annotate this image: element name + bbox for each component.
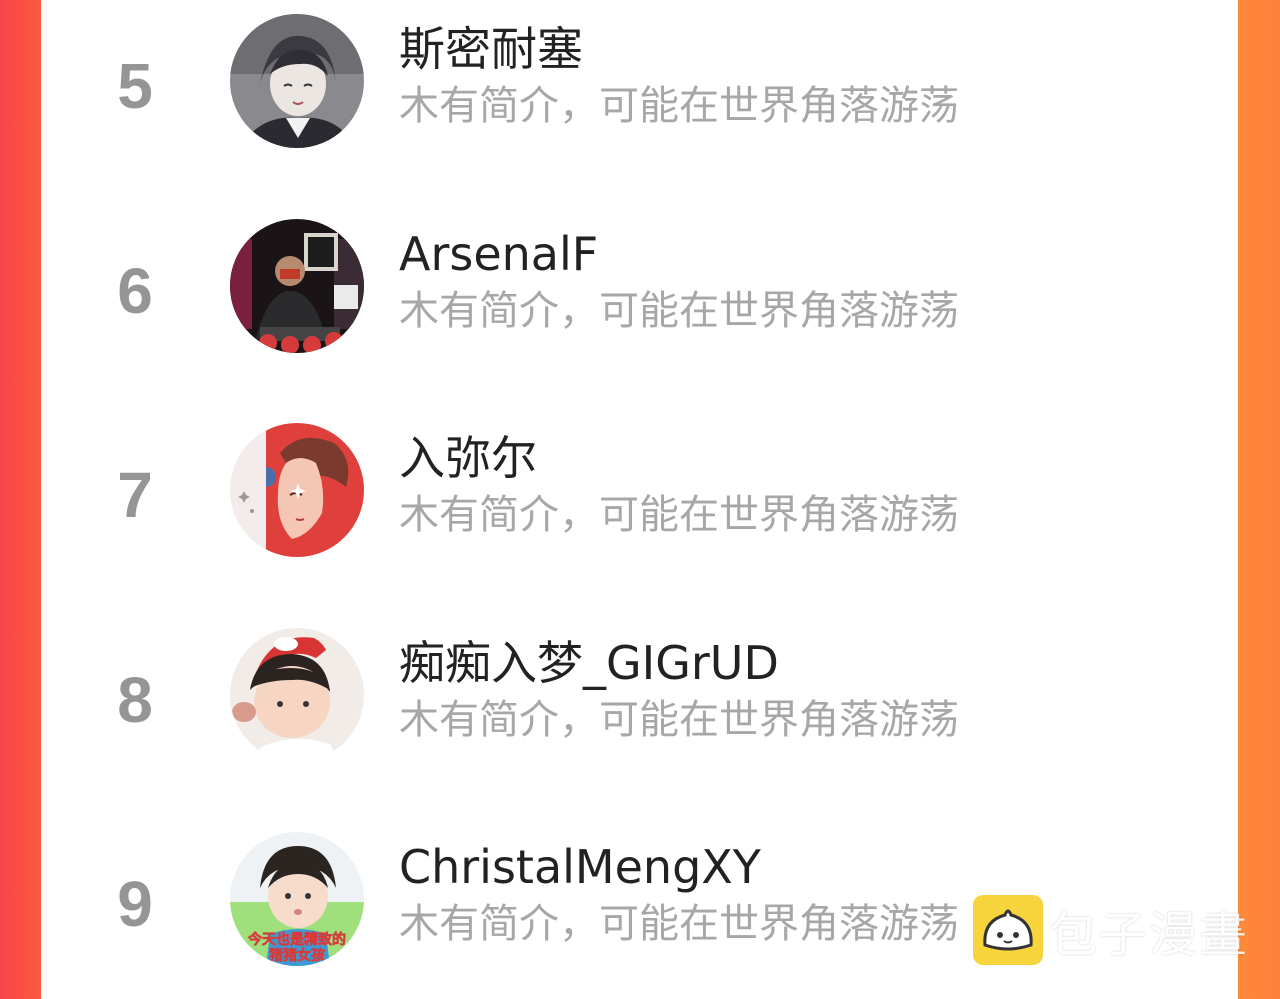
user-bio: 木有简介，可能在世界角落游荡 — [399, 288, 959, 334]
rank-number: 5 — [117, 50, 153, 122]
user-name[interactable]: 痴痴入梦_GIGrUD — [399, 640, 779, 686]
ranking-list-panel: 5 斯密耐塞 木有简介，可能在世界角落游荡 6 ArsenalF 木有简介，可能… — [41, 0, 1238, 999]
rank-number: 7 — [117, 459, 153, 531]
rank-number: 9 — [117, 868, 153, 940]
user-name[interactable]: ArsenalF — [399, 231, 598, 277]
avatar[interactable] — [230, 423, 364, 557]
rank-number: 8 — [117, 664, 153, 736]
list-item[interactable]: 8 痴痴入梦_GIGrUD 木有简介，可能在世界角落游荡 — [41, 621, 1238, 771]
user-name[interactable]: ChristalMengXY — [399, 844, 761, 890]
watermark: 包子漫畫 — [973, 893, 1249, 966]
avatar[interactable]: 今天也是精致的 猪猪女孩 — [230, 832, 364, 966]
avatar[interactable] — [230, 14, 364, 148]
user-name[interactable]: 入弥尔 — [399, 435, 537, 481]
avatar[interactable] — [230, 219, 364, 353]
user-name[interactable]: 斯密耐塞 — [399, 26, 583, 72]
rank-number: 6 — [117, 255, 153, 327]
list-item[interactable]: 7 入弥尔 木有简介，可能在世界角落游荡 — [41, 416, 1238, 566]
avatar-caption-line2: 猪猪女孩 — [268, 947, 325, 964]
list-item[interactable]: 6 ArsenalF 木有简介，可能在世界角落游荡 — [41, 212, 1238, 362]
avatar-caption-line1: 今天也是精致的 — [247, 931, 346, 948]
list-item[interactable]: 5 斯密耐塞 木有简介，可能在世界角落游荡 — [41, 7, 1238, 157]
user-bio: 木有简介，可能在世界角落游荡 — [399, 83, 959, 129]
bun-mascot-icon — [973, 894, 1043, 965]
watermark-text: 包子漫畫 — [1049, 906, 1250, 963]
user-bio: 木有简介，可能在世界角落游荡 — [399, 901, 959, 947]
avatar[interactable] — [230, 628, 364, 762]
user-bio: 木有简介，可能在世界角落游荡 — [399, 697, 959, 743]
user-bio: 木有简介，可能在世界角落游荡 — [399, 492, 959, 538]
